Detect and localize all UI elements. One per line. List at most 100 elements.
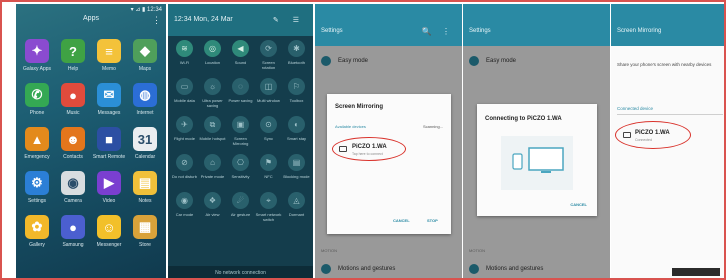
divider — [617, 114, 723, 115]
toggle-icon: ⚑ — [260, 154, 277, 171]
app-label: Galaxy Apps — [22, 66, 52, 72]
quick-toggle-wi-fi[interactable]: ≋ Wi-Fi — [172, 40, 197, 78]
quick-toggle-smart-network-switch[interactable]: ⌖ Smart network switch — [256, 192, 281, 230]
quick-settings-screen: 12:34 Mon, 24 Mar ✎ ☰ ≋ Wi-Fi ◎ Location ◀ So… — [168, 4, 313, 278]
highlight-circle — [615, 121, 691, 149]
app-maps[interactable]: ◆ Maps — [130, 39, 160, 83]
quick-toggle-bluetooth[interactable]: ✱ Bluetooth — [284, 40, 309, 78]
app-icon: ◍ — [133, 83, 157, 107]
screen-mirroring-dialog: Screen Mirroring Available devices Scann… — [327, 94, 451, 234]
app-label: Contacts — [63, 154, 83, 160]
app-messages[interactable]: ✉ Messages — [94, 83, 124, 127]
app-internet[interactable]: ◍ Internet — [130, 83, 160, 127]
more-options-icon[interactable]: ⋮ — [152, 15, 161, 26]
app-label: Phone — [29, 110, 45, 116]
search-icon[interactable]: 🔍 ⋮ — [422, 27, 454, 36]
quick-toggle-nfc[interactable]: ⚑ NFC — [256, 154, 281, 192]
toggle-label: Sensitivity — [231, 174, 250, 179]
quick-toggle-multi-window[interactable]: ◫ Multi window — [256, 78, 281, 116]
settings-appbar: Settings — [463, 4, 610, 46]
app-messenger[interactable]: ☺ Messenger — [94, 215, 124, 259]
bottom-button[interactable] — [672, 268, 720, 276]
quick-toggle-sound[interactable]: ◀ Sound — [228, 40, 253, 78]
quick-toggle-car-mode[interactable]: ◉ Car mode — [172, 192, 197, 230]
app-camera[interactable]: ◉ Camera — [58, 171, 88, 215]
app-icon: ◆ — [133, 39, 157, 63]
quick-toggle-mobile-hotspot[interactable]: ⧉ Mobile hotspot — [199, 116, 226, 154]
toggle-label: Sound — [234, 60, 247, 65]
apps-screen: ▾ ⊿ ▮ 12:34 Apps ⋮ ✦ Galaxy Apps? Help ≡ Mem… — [16, 4, 166, 278]
app-icon: ✿ — [25, 215, 49, 239]
highlight-circle — [332, 137, 406, 161]
quick-toggle-sync[interactable]: ⊙ Sync — [256, 116, 281, 154]
screen-mirroring-screen: Screen Mirroring Share your phone's scre… — [611, 4, 724, 278]
app-music[interactable]: ● Music — [58, 83, 88, 127]
toggle-icon: ◫ — [260, 78, 277, 95]
quick-toggle-smart-stay[interactable]: ◐ Smart stay — [284, 116, 309, 154]
stop-button[interactable]: STOP — [427, 218, 438, 223]
app-icon: ✦ — [25, 39, 49, 63]
quick-toggle-mobile-data[interactable]: ▭ Mobile data — [172, 78, 197, 116]
app-video[interactable]: ▶ Video — [94, 171, 124, 215]
app-galaxy-apps[interactable]: ✦ Galaxy Apps — [22, 39, 52, 83]
quick-toggle-private-mode[interactable]: ⌂ Private mode — [200, 154, 225, 192]
app-phone[interactable]: ✆ Phone — [22, 83, 52, 127]
quick-toggle-air-view[interactable]: ❖ Air view — [200, 192, 225, 230]
app-emergency[interactable]: ▲ Emergency — [22, 127, 52, 171]
quick-toggle-do-not-disturb[interactable]: ⊘ Do not disturb — [172, 154, 197, 192]
app-grid: ✦ Galaxy Apps? Help ≡ Memo ◆ Maps ✆ Phone ● Music ✉… — [22, 39, 162, 259]
toggle-icon: ⧉ — [204, 116, 221, 133]
toggle-icon: ◌ — [232, 78, 249, 95]
quick-toggle-ultra-power-saving[interactable]: ☼ Ultra power saving — [200, 78, 225, 116]
app-store[interactable]: ▦ Store — [130, 215, 160, 259]
screen-mirroring-appbar: Screen Mirroring — [611, 4, 724, 46]
app-contacts[interactable]: ☻ Contacts — [58, 127, 88, 171]
quick-toggle-air-gesture[interactable]: ☄ Air gesture — [228, 192, 253, 230]
app-icon: ▲ — [25, 127, 49, 151]
app-settings[interactable]: ⚙ Settings — [22, 171, 52, 215]
app-label: Emergency — [24, 154, 50, 160]
toggle-label: Blocking mode — [283, 174, 310, 179]
cancel-button[interactable]: CANCEL — [570, 202, 587, 207]
quick-toggle-flight-mode[interactable]: ✈ Flight mode — [172, 116, 197, 154]
date-time: 12:34 Mon, 24 Mar — [174, 16, 233, 23]
app-icon: ● — [61, 83, 85, 107]
app-memo[interactable]: ≡ Memo — [94, 39, 124, 83]
quick-toggle-blocking-mode[interactable]: ▤ Blocking mode — [283, 154, 310, 192]
app-gallery[interactable]: ✿ Gallery — [22, 215, 52, 259]
quick-toggle-screen-mirroring[interactable]: ▣ Screen Mirroring — [228, 116, 253, 154]
app-label: Settings — [27, 198, 47, 204]
app-notes[interactable]: ▤ Notes — [130, 171, 160, 215]
app-label: Store — [139, 242, 151, 248]
quick-toggle-toolbox[interactable]: ⚐ Toolbox — [284, 78, 309, 116]
app-label: Camera — [64, 198, 82, 204]
app-icon: ? — [61, 39, 85, 63]
toggle-label: Smart stay — [286, 136, 307, 141]
app-icon: ☻ — [61, 127, 85, 151]
app-icon: ▤ — [133, 171, 157, 195]
quick-toggle-dormant[interactable]: ◬ Dormant — [284, 192, 309, 230]
quick-toggle-location[interactable]: ◎ Location — [200, 40, 225, 78]
app-icon: 31 — [133, 127, 157, 151]
quick-settings-header: 12:34 Mon, 24 Mar ✎ ☰ — [168, 4, 313, 36]
connected-device-label: Connected device — [617, 106, 654, 111]
app-label: Maps — [138, 66, 152, 72]
app-label: Help — [67, 66, 79, 72]
edit-list-icons[interactable]: ✎ ☰ — [273, 16, 305, 24]
quick-toggle-power-saving[interactable]: ◌ Power saving — [228, 78, 253, 116]
app-label: Messages — [97, 110, 121, 116]
app-smart-remote[interactable]: ■ Smart Remote — [93, 127, 125, 171]
quick-toggle-sensitivity[interactable]: ⎔ Sensitivity — [228, 154, 253, 192]
app-calendar[interactable]: 31 Calendar — [130, 127, 160, 171]
status-bar: ▾ ⊿ ▮ 12:34 — [130, 6, 162, 13]
app-label: Video — [102, 198, 116, 204]
app-samsung[interactable]: ● Samsung — [58, 215, 88, 259]
toggle-label: Mobile data — [174, 98, 195, 103]
toggle-label: Do not disturb — [172, 174, 197, 179]
cancel-button[interactable]: CANCEL — [393, 218, 410, 223]
app-label: Samsung — [62, 242, 84, 248]
app-help[interactable]: ? Help — [58, 39, 88, 83]
app-label: Internet — [136, 110, 154, 116]
quick-toggle-screen-rotation[interactable]: ⟳ Screen rotation — [256, 40, 281, 78]
toggle-label: Bluetooth — [288, 60, 305, 65]
